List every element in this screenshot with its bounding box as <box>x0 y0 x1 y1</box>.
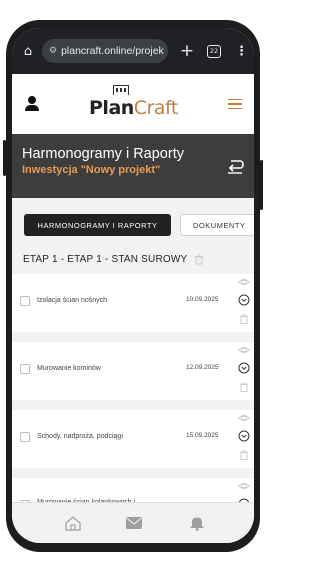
plancraft-logo[interactable]: Plan Craft <box>89 85 179 119</box>
eye-icon[interactable] <box>238 344 250 356</box>
volume-button <box>3 140 6 176</box>
back-arrow-icon[interactable] <box>226 158 244 174</box>
power-button <box>260 160 263 210</box>
eye-icon[interactable] <box>238 480 250 492</box>
screen: ⌂ ⚙ plancraft.online/projek + 22 ⋮ Plan C… <box>12 28 254 543</box>
site-settings-icon[interactable]: ⚙ <box>49 46 57 56</box>
expand-icon[interactable] <box>238 294 250 306</box>
bottom-navigation <box>12 502 254 543</box>
task-row[interactable]: Izolacja ścian nośnych 10.09.2025 <box>12 274 254 332</box>
task-checkbox[interactable] <box>20 432 30 442</box>
phone-frame: ⌂ ⚙ plancraft.online/projek + 22 ⋮ Plan C… <box>3 20 263 552</box>
task-checkbox[interactable] <box>20 296 30 306</box>
logo-house-icon <box>113 85 129 95</box>
url-text: plancraft.online/projek <box>61 45 164 57</box>
stage-trash-icon[interactable] <box>194 254 204 265</box>
task-checkbox[interactable] <box>20 364 30 374</box>
stage-heading: ETAP 1 - ETAP 1 - STAN SUROWY <box>23 254 188 265</box>
tab-switcher-button[interactable]: 22 <box>207 44 221 58</box>
bell-nav-icon[interactable] <box>188 515 206 531</box>
eye-icon[interactable] <box>238 412 250 424</box>
new-tab-icon[interactable]: + <box>176 41 198 61</box>
expand-icon[interactable] <box>238 362 250 374</box>
task-row[interactable]: Schody, nadproża, podciągi 15.09.2025 <box>12 410 254 468</box>
browser-menu-icon[interactable]: ⋮ <box>235 44 248 59</box>
browser-toolbar: ⌂ ⚙ plancraft.online/projek + 22 ⋮ <box>12 28 254 74</box>
tab-harmonogramy[interactable]: HARMONOGRAMY I RAPORTY <box>24 214 171 236</box>
app-header: Plan Craft <box>12 74 254 134</box>
mail-nav-icon[interactable] <box>125 515 143 531</box>
task-date: 15.09.2025 <box>186 432 219 439</box>
task-row[interactable]: Murowanie kominów 12.09.2025 <box>12 342 254 400</box>
hamburger-menu-icon[interactable] <box>228 96 242 113</box>
logo-craft-text: Craft <box>133 97 179 119</box>
task-date: 12.09.2025 <box>186 364 219 371</box>
trash-icon[interactable] <box>238 313 250 325</box>
home-icon[interactable]: ⌂ <box>18 44 38 59</box>
project-subtitle: Inwestycja "Nowy projekt" <box>22 164 161 176</box>
task-name: Murowanie kominów <box>37 365 101 372</box>
address-bar[interactable]: ⚙ plancraft.online/projek <box>42 39 168 63</box>
expand-icon[interactable] <box>238 430 250 442</box>
eye-icon[interactable] <box>238 276 250 288</box>
tab-dokumenty[interactable]: DOKUMENTY <box>180 214 254 236</box>
task-date: 10.09.2025 <box>186 296 219 303</box>
page-title-band: Harmonogramy i Raporty Inwestycja "Nowy … <box>12 134 254 198</box>
logo-plan-text: Plan <box>89 97 134 119</box>
page-title: Harmonogramy i Raporty <box>22 146 184 162</box>
user-icon[interactable] <box>24 95 40 113</box>
task-name: Izolacja ścian nośnych <box>37 297 108 304</box>
trash-icon[interactable] <box>238 449 250 461</box>
task-name: Schody, nadproża, podciągi <box>37 433 123 440</box>
home-nav-icon[interactable] <box>64 515 82 531</box>
trash-icon[interactable] <box>238 381 250 393</box>
tab-count: 22 <box>209 47 219 55</box>
